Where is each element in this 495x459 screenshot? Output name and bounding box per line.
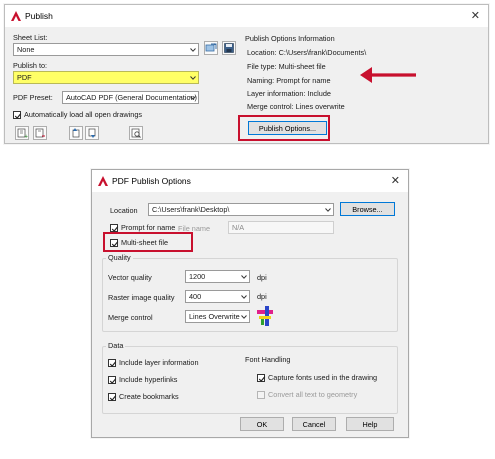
browse-button-label: Browse... xyxy=(352,204,383,214)
info-naming: Naming: Prompt for name xyxy=(247,76,331,85)
cancel-button[interactable]: Cancel xyxy=(292,417,336,431)
pdf-publish-options-dialog: PDF Publish Options ✕ Location C:\Users\… xyxy=(91,169,409,438)
multi-sheet-highlight xyxy=(103,232,193,252)
pdf-options-titlebar: PDF Publish Options ✕ xyxy=(92,170,408,192)
file-name-value: N/A xyxy=(232,223,245,232)
add-sheets-button[interactable]: + xyxy=(15,126,29,140)
info-location: Location: C:\Users\frank\Documents\ xyxy=(247,48,367,57)
convert-text-checkbox[interactable] xyxy=(257,391,265,399)
vector-quality-value: 1200 xyxy=(189,272,206,281)
convert-text-label: Convert all text to geometry xyxy=(268,390,358,399)
move-down-icon xyxy=(88,128,96,138)
publish-titlebar: Publish ✕ xyxy=(5,5,488,27)
auto-load-label: Automatically load all open drawings xyxy=(24,110,143,119)
load-sheet-icon xyxy=(205,43,217,52)
vector-quality-dropdown[interactable]: 1200 xyxy=(185,270,250,283)
merge-control-value: Lines Overwrite xyxy=(189,312,240,321)
ok-button-label: OK xyxy=(256,419,268,429)
magnifier-icon xyxy=(131,128,141,138)
checkmark-icon xyxy=(109,395,117,401)
raster-quality-value: 400 xyxy=(189,292,202,301)
include-layer-checkbox[interactable] xyxy=(108,359,117,367)
checkmark-icon xyxy=(14,113,22,119)
checkmark-icon xyxy=(258,376,266,382)
chevron-down-icon xyxy=(190,76,196,80)
pdf-preset-dropdown[interactable]: AutoCAD PDF (General Documentation) xyxy=(62,91,199,104)
quality-group-title: Quality xyxy=(106,253,133,263)
chevron-down-icon xyxy=(241,275,247,279)
chevron-down-icon xyxy=(325,208,331,212)
save-icon xyxy=(224,43,234,53)
sheet-list-value: None xyxy=(17,45,35,54)
move-sheet-down-button[interactable] xyxy=(85,126,99,140)
auto-load-checkbox[interactable] xyxy=(13,111,22,119)
raster-dpi-unit: dpi xyxy=(257,292,267,301)
include-layer-label: Include layer information xyxy=(119,358,199,367)
info-group-title: Publish Options Information xyxy=(245,34,335,43)
autocad-logo-icon xyxy=(98,176,108,186)
create-bookmarks-label: Create bookmarks xyxy=(119,392,179,401)
save-sheet-list-button[interactable] xyxy=(222,41,236,55)
red-arrow-icon xyxy=(360,67,416,83)
remove-sheets-icon xyxy=(35,128,45,138)
close-icon[interactable]: ✕ xyxy=(471,9,480,22)
info-layer: Layer information: Include xyxy=(247,89,331,98)
merge-control-label: Merge control xyxy=(108,313,153,322)
preview-button[interactable] xyxy=(129,126,143,140)
sheet-list-label: Sheet List: xyxy=(13,33,48,42)
publish-options-highlight xyxy=(238,115,330,141)
help-button[interactable]: Help xyxy=(346,417,394,431)
vector-dpi-unit: dpi xyxy=(257,273,267,282)
move-up-icon xyxy=(72,128,80,138)
chevron-down-icon xyxy=(241,295,247,299)
load-sheet-list-button[interactable] xyxy=(204,41,218,55)
font-handling-title: Font Handling xyxy=(245,355,291,364)
merge-preview-icon xyxy=(257,306,273,326)
publish-to-dropdown[interactable]: PDF xyxy=(13,71,199,84)
chevron-down-icon xyxy=(241,315,247,319)
publish-dialog-title: Publish xyxy=(25,11,53,21)
checkmark-icon xyxy=(109,361,117,367)
location-value: C:\Users\frank\Desktop\ xyxy=(152,205,230,214)
chevron-down-icon xyxy=(190,48,196,52)
pdf-preset-value: AutoCAD PDF (General Documentation) xyxy=(66,93,197,102)
publish-to-label: Publish to: xyxy=(13,61,48,70)
include-hyperlinks-label: Include hyperlinks xyxy=(119,375,178,384)
svg-text:+: + xyxy=(24,134,28,139)
publish-to-value: PDF xyxy=(17,73,32,82)
prompt-for-name-checkbox[interactable] xyxy=(110,224,119,232)
ok-button[interactable]: OK xyxy=(240,417,284,431)
chevron-down-icon xyxy=(190,96,196,100)
create-bookmarks-checkbox[interactable] xyxy=(108,393,117,401)
add-sheets-icon: + xyxy=(17,128,28,140)
raster-quality-dropdown[interactable]: 400 xyxy=(185,290,250,303)
info-file-type: File type: Multi-sheet file xyxy=(247,62,326,71)
checkmark-icon xyxy=(109,378,117,384)
vector-quality-label: Vector quality xyxy=(108,273,152,282)
merge-control-dropdown[interactable]: Lines Overwrite xyxy=(185,310,250,323)
move-sheet-up-button[interactable] xyxy=(69,126,83,140)
file-name-field[interactable]: N/A xyxy=(228,221,334,234)
location-label: Location xyxy=(110,206,138,215)
autocad-logo-icon xyxy=(11,11,21,21)
close-icon[interactable]: ✕ xyxy=(391,174,400,187)
pdf-preset-label: PDF Preset: xyxy=(13,93,53,102)
include-hyperlinks-checkbox[interactable] xyxy=(108,376,117,384)
info-merge: Merge control: Lines overwrite xyxy=(247,102,345,111)
capture-fonts-checkbox[interactable] xyxy=(257,374,266,382)
browse-button[interactable]: Browse... xyxy=(340,202,395,216)
help-button-label: Help xyxy=(362,419,378,429)
pdf-options-dialog-title: PDF Publish Options xyxy=(112,176,191,186)
sheet-list-dropdown[interactable]: None xyxy=(13,43,199,56)
data-group-title: Data xyxy=(106,341,126,351)
remove-sheets-button[interactable] xyxy=(33,126,47,140)
cancel-button-label: Cancel xyxy=(302,419,326,429)
location-dropdown[interactable]: C:\Users\frank\Desktop\ xyxy=(148,203,334,216)
raster-quality-label: Raster image quality xyxy=(108,293,175,302)
capture-fonts-label: Capture fonts used in the drawing xyxy=(268,373,378,382)
